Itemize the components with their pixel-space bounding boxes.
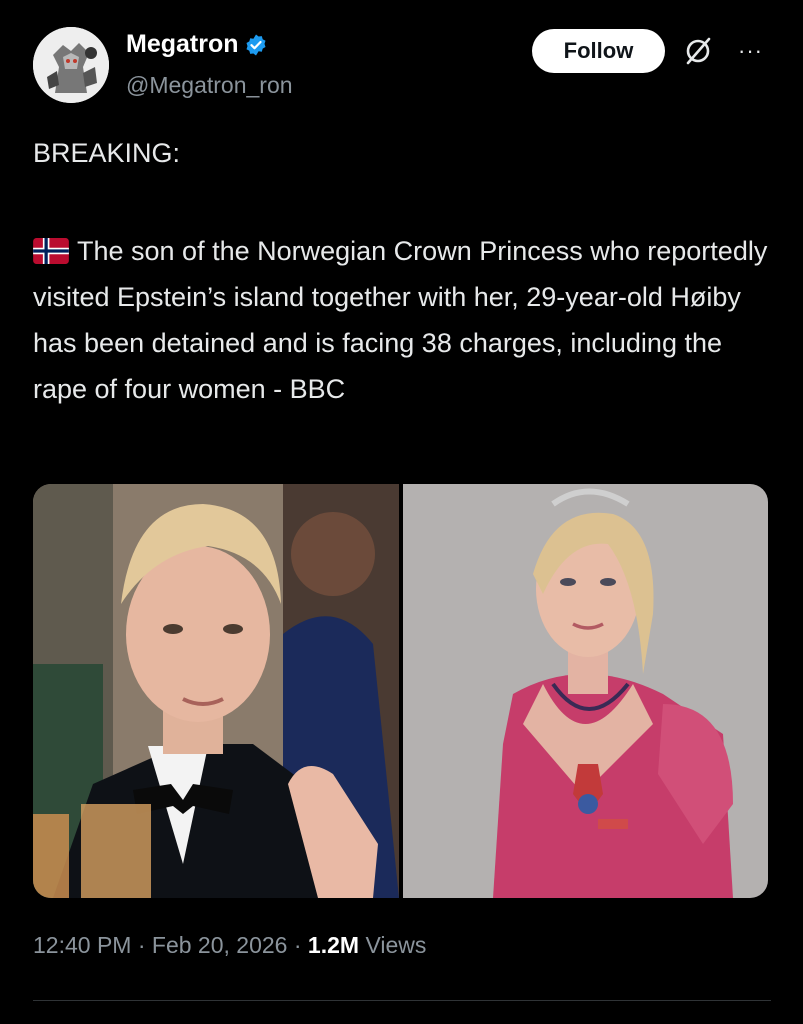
- more-options-icon[interactable]: ···: [738, 38, 763, 64]
- author-handle[interactable]: @Megatron_ron: [126, 72, 293, 99]
- views-label: Views: [365, 932, 427, 958]
- post-media[interactable]: [33, 484, 768, 898]
- meta-separator-2: ·: [293, 932, 302, 958]
- author-display-name[interactable]: Megatron: [126, 30, 239, 59]
- post-date[interactable]: Feb 20, 2026: [152, 932, 288, 958]
- post-time[interactable]: 12:40 PM: [33, 932, 131, 958]
- post-meta: 12:40 PM · Feb 20, 2026 · 1.2M Views: [33, 932, 426, 959]
- name-row: Megatron: [126, 30, 268, 59]
- verified-badge-icon: [246, 34, 265, 55]
- post-headline: BREAKING:: [33, 138, 181, 168]
- divider: [33, 1000, 771, 1001]
- post-text-content: The son of the Norwegian Crown Princess …: [33, 236, 768, 404]
- post-header: Megatron @Megatron_ron Follow ···: [0, 0, 803, 120]
- grok-icon[interactable]: [683, 36, 713, 66]
- photo-young-man[interactable]: [33, 484, 399, 898]
- post-text: The son of the Norwegian Crown Princess …: [33, 228, 768, 412]
- norway-flag-icon: [33, 238, 69, 264]
- author-avatar[interactable]: [33, 27, 109, 103]
- views-count: 1.2M: [307, 932, 360, 958]
- photo-crown-princess[interactable]: [403, 484, 768, 898]
- meta-separator: ·: [137, 932, 146, 958]
- follow-button[interactable]: Follow: [532, 29, 665, 73]
